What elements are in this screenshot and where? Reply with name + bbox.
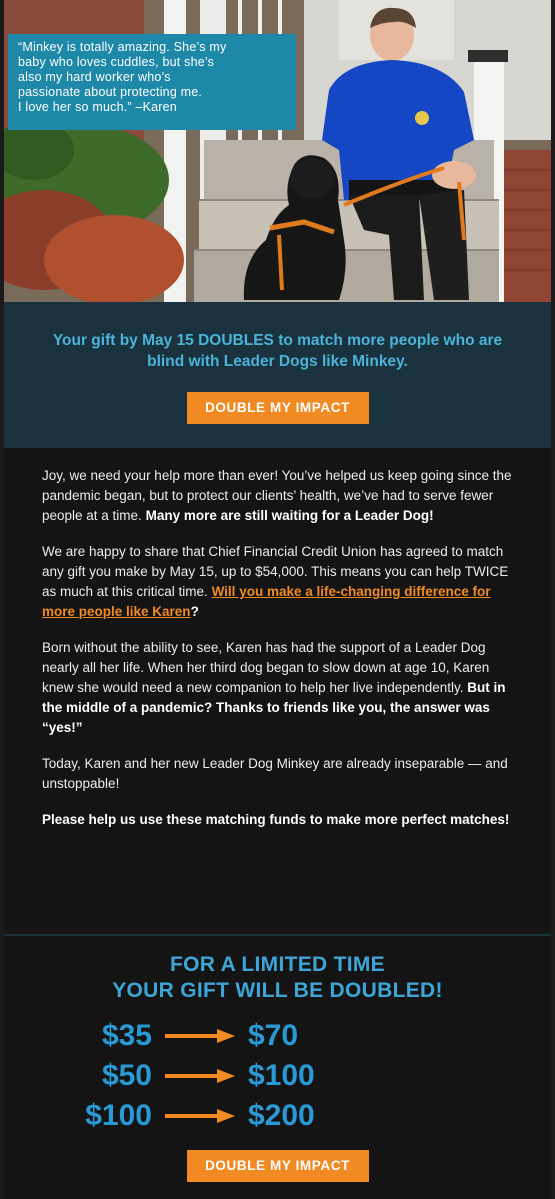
paragraph-text: Born without the ability to see, Karen h… (42, 640, 490, 695)
hero-photo: “Minkey is totally amazing. She’s my bab… (4, 0, 551, 302)
paragraph-5: Please help us use these matching funds … (42, 810, 515, 830)
paragraph-punctuation: ? (190, 604, 199, 619)
email-frame: “Minkey is totally amazing. She’s my bab… (4, 0, 551, 1199)
matched-amount: $100 (248, 1059, 315, 1092)
matched-amount: $70 (248, 1019, 299, 1052)
arrow-right-icon (152, 1109, 248, 1123)
testimonial-quote: “Minkey is totally amazing. She’s my bab… (8, 34, 296, 130)
paragraph-3: Born without the ability to see, Karen h… (42, 638, 515, 738)
banner-headline: Your gift by May 15 DOUBLES to match mor… (52, 332, 503, 370)
match-row: $35 $70 (4, 1016, 551, 1056)
quote-line: baby who loves cuddles, but she’s (18, 55, 215, 69)
gift-amount: $50 (101, 1059, 152, 1092)
paragraph-emphasis: Please help us use these matching funds … (42, 812, 510, 827)
double-my-impact-button-bottom[interactable]: DOUBLE MY IMPACT (186, 1150, 369, 1182)
gift-amount: $35 (101, 1019, 152, 1052)
paragraph-emphasis: Many more are still waiting for a Leader… (145, 508, 434, 523)
matched-amount: $200 (248, 1099, 315, 1132)
paragraph-2: We are happy to share that Chief Financi… (42, 542, 515, 622)
quote-line: also my hard worker who’s (18, 70, 171, 84)
limited-headline-2: YOUR GIFT WILL BE DOUBLED! (112, 979, 443, 1002)
arrow-right-icon (152, 1029, 248, 1043)
quote-line: I love her so much.” –Karen (18, 100, 177, 114)
paragraph-4: Today, Karen and her new Leader Dog Mink… (42, 756, 508, 791)
gift-amount: $100 (85, 1099, 152, 1132)
limited-headline-1: FOR A LIMITED TIME (170, 953, 385, 976)
match-amounts: $35 $70 $50 $100 $100 $200 (4, 1016, 551, 1136)
arrow-right-icon (152, 1069, 248, 1083)
quote-line: passionate about protecting me. (18, 85, 203, 99)
quote-line: “Minkey is totally amazing. She’s my (18, 40, 227, 54)
match-row: $50 $100 (4, 1056, 551, 1096)
limited-time-section: FOR A LIMITED TIME YOUR GIFT WILL BE DOU… (4, 936, 551, 1182)
paragraph-1: Joy, we need your help more than ever! Y… (42, 466, 515, 526)
match-row: $100 $200 (4, 1096, 551, 1136)
appeal-body: Joy, we need your help more than ever! Y… (4, 448, 551, 934)
match-banner: Your gift by May 15 DOUBLES to match mor… (4, 302, 551, 448)
double-my-impact-button[interactable]: DOUBLE MY IMPACT (186, 392, 369, 424)
